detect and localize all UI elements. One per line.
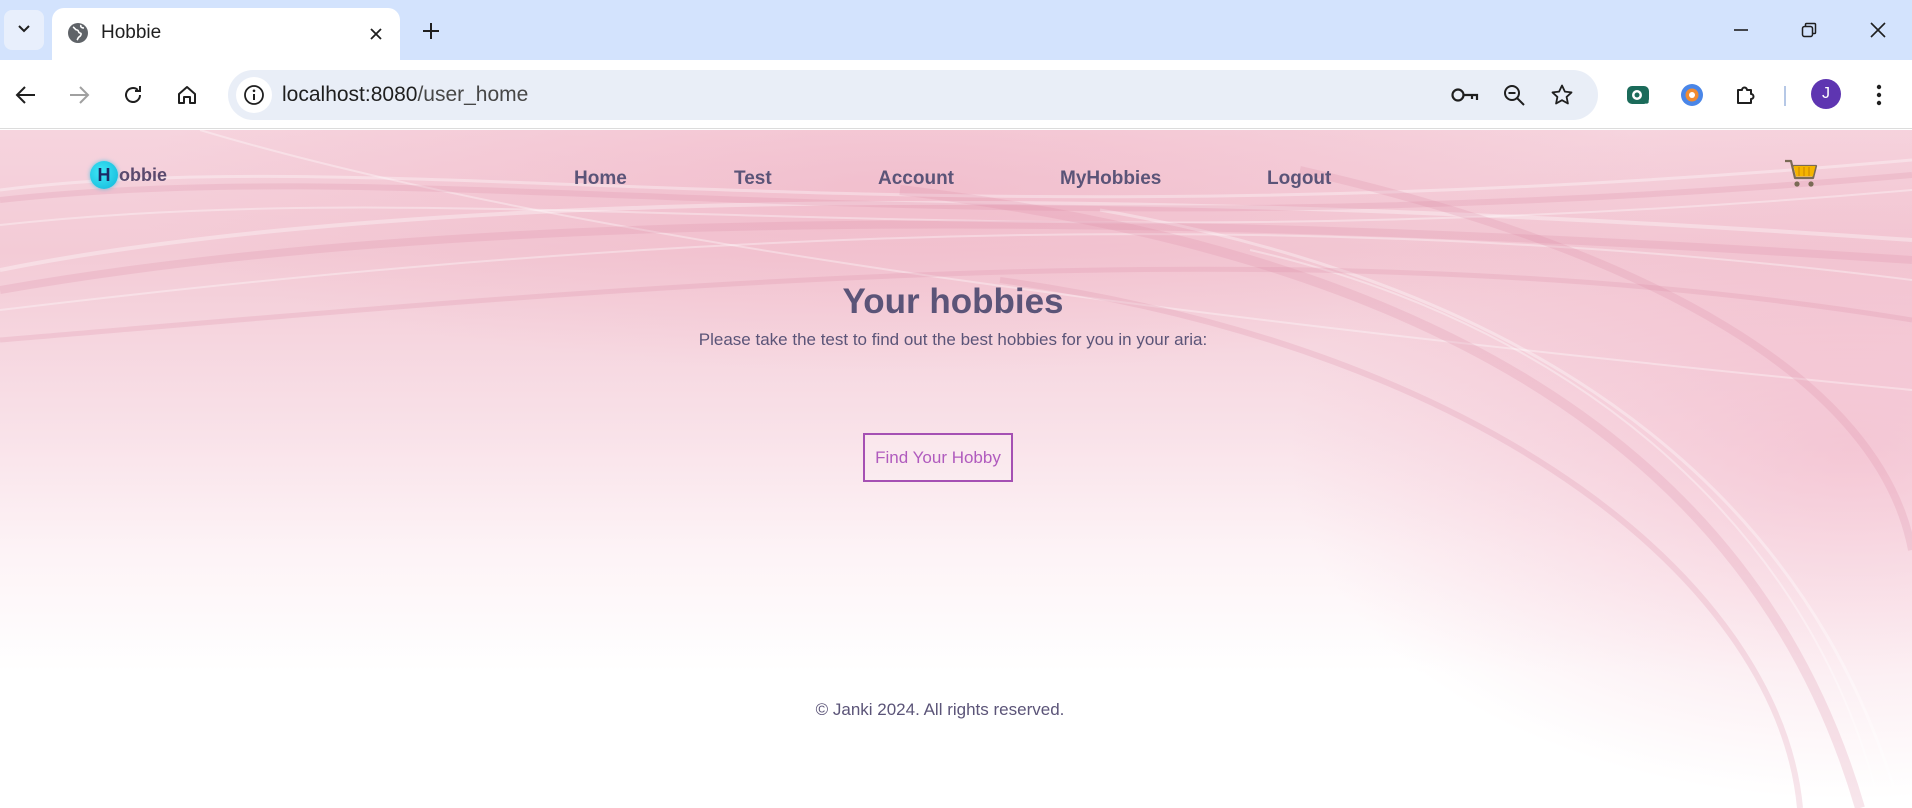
zoom-button[interactable]	[1500, 81, 1528, 109]
plus-icon	[423, 23, 439, 39]
page-subtitle: Please take the test to find out the bes…	[698, 330, 1208, 349]
tab-title: Hobbie	[101, 22, 162, 43]
restore-button[interactable]	[1784, 8, 1834, 52]
find-your-hobby-button[interactable]: Find Your Hobby	[863, 433, 1013, 482]
star-icon	[1551, 84, 1573, 105]
password-manager-button[interactable]	[1451, 81, 1479, 109]
arrow-left-icon	[15, 86, 35, 104]
kebab-menu-icon	[1876, 84, 1882, 106]
extension-logo-icon	[1681, 84, 1703, 106]
url-host: localhost:8080	[282, 83, 418, 106]
site-logo[interactable]: H obbie	[90, 161, 167, 189]
tab-close-button[interactable]	[362, 20, 390, 48]
nav-test[interactable]: Test	[734, 168, 772, 190]
arrow-right-icon	[70, 86, 90, 104]
browser-tab[interactable]: Hobbie	[52, 8, 400, 60]
nav-myhobbies[interactable]: MyHobbies	[1060, 168, 1161, 190]
toolbar-separator	[1784, 86, 1786, 106]
puzzle-icon	[1737, 86, 1755, 104]
extension-screencast-button[interactable]	[1621, 78, 1655, 112]
nav-logout[interactable]: Logout	[1267, 168, 1331, 190]
bookmark-button[interactable]	[1548, 81, 1576, 109]
footer-copyright: © Janki 2024. All rights reserved.	[815, 700, 1065, 719]
logo-text: obbie	[119, 164, 167, 185]
profile-avatar[interactable]: J	[1811, 79, 1841, 109]
cart-icon	[1785, 159, 1818, 187]
browser-menu-button[interactable]	[1862, 78, 1896, 112]
logo-badge: H	[90, 161, 118, 189]
home-icon	[178, 86, 196, 104]
address-bar[interactable]: localhost:8080/user_home	[228, 70, 1598, 120]
reload-icon	[125, 86, 141, 103]
back-button[interactable]	[6, 75, 46, 115]
restore-icon	[1801, 22, 1817, 38]
close-icon	[1870, 22, 1886, 38]
close-window-button[interactable]	[1853, 8, 1903, 52]
page-title: Your hobbies	[842, 282, 1064, 321]
extensions-button[interactable]	[1729, 78, 1763, 112]
home-button[interactable]	[167, 75, 207, 115]
page-viewport: H obbie Home Test Account MyHobbies Logo…	[0, 130, 1912, 808]
close-icon	[370, 28, 382, 40]
new-tab-button[interactable]	[414, 14, 448, 48]
cart-button[interactable]	[1784, 158, 1818, 195]
nav-account[interactable]: Account	[878, 168, 954, 190]
tab-search-button[interactable]	[4, 10, 44, 50]
extension-colored-button[interactable]	[1675, 78, 1709, 112]
reload-button[interactable]	[113, 75, 153, 115]
forward-button[interactable]	[59, 75, 99, 115]
site-info-button[interactable]	[236, 77, 272, 113]
browser-toolbar: localhost:8080/user_home	[0, 60, 1912, 129]
screen-record-icon	[1627, 86, 1650, 105]
chevron-down-icon	[16, 20, 32, 41]
browser-tab-strip: Hobbie	[0, 0, 1912, 60]
url-path: /user_home	[417, 83, 529, 106]
info-icon	[244, 85, 264, 105]
key-icon	[1451, 88, 1479, 102]
globe-icon	[66, 21, 90, 50]
minimize-icon	[1734, 29, 1748, 31]
nav-home[interactable]: Home	[574, 168, 627, 190]
minimize-button[interactable]	[1716, 8, 1766, 52]
zoom-icon	[1504, 85, 1525, 106]
url-text: localhost:8080/user_home	[282, 83, 528, 107]
